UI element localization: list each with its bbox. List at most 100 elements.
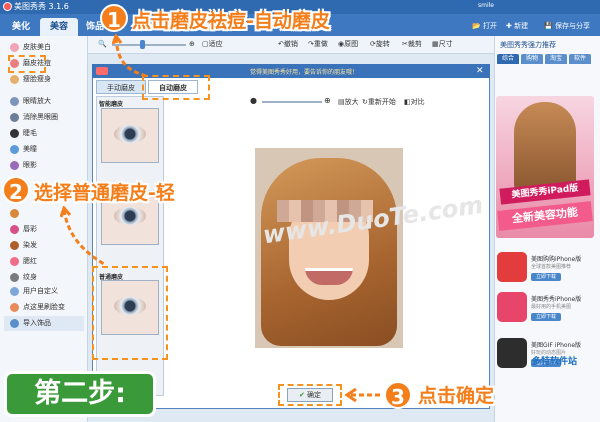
sidebar-item-icon xyxy=(10,74,19,84)
tab-all[interactable]: 综合 xyxy=(497,54,519,64)
sidebar-item-3[interactable]: 瘦脸瘦身 xyxy=(4,72,84,87)
promo-line2: 全新美容功能 xyxy=(497,201,593,231)
app-logo-icon xyxy=(497,292,527,322)
ipad-promo-banner[interactable]: 美图秀秀iPad版 全新美容功能 xyxy=(496,96,594,238)
sidebar-item-label: 美瞳 xyxy=(23,145,37,153)
sidebar-item-label: 消除黑眼圈 xyxy=(23,113,58,121)
sidebar-item-icon xyxy=(10,240,19,250)
callout-3-arrow xyxy=(344,388,380,402)
sidebar-item-icon xyxy=(10,272,19,282)
dialog-zoom-in-icon[interactable]: ⊕ xyxy=(324,96,331,105)
app-recommendation[interactable]: 美图购购iPhone版 全球首款美图推荐 立即下载 xyxy=(497,252,597,292)
sidebar-item-face-swap[interactable]: 点这里刷脸变 xyxy=(4,300,84,315)
app-recommendation[interactable]: 美图秀秀iPhone版 最好用的手机美图 立即下载 xyxy=(497,292,597,332)
compare-button[interactable]: ◧对比 xyxy=(404,97,425,107)
tab-beauty[interactable]: 美容 xyxy=(40,18,78,36)
sidebar-item-label: 唇彩 xyxy=(23,225,37,233)
app-desc: 全球首款美图推荐 xyxy=(531,264,572,270)
tab-shopping[interactable]: 购物 xyxy=(521,54,543,64)
sidebar-item-icon xyxy=(10,208,19,218)
highlight-box-ok xyxy=(278,384,342,406)
rotate-button[interactable]: ⟳旋转 xyxy=(370,39,390,49)
sidebar-item-icon xyxy=(10,112,19,122)
sidebar-item-6[interactable]: 睫毛 xyxy=(4,126,84,141)
sidebar-item-7[interactable]: 美瞳 xyxy=(4,142,84,157)
crop-button[interactable]: ✂裁剪 xyxy=(402,39,422,49)
sidebar-item-1[interactable]: 皮肤美白 xyxy=(4,40,84,55)
app-logo-icon xyxy=(497,338,527,368)
sidebar-item-label: 眼睛放大 xyxy=(23,97,51,105)
tab-software[interactable]: 软件 xyxy=(569,54,591,64)
callout-3-badge: 3 xyxy=(384,381,412,409)
sidebar-item-15[interactable]: 纹身 xyxy=(4,270,84,285)
callout-1-arrow xyxy=(112,34,147,78)
app-logo-icon xyxy=(3,2,12,11)
sidebar-item-icon xyxy=(10,144,19,154)
app-title: 美图秀秀 3.1.6 xyxy=(14,2,69,11)
callout-1-text: 点击磨皮祛痘-自动磨皮 xyxy=(132,10,330,32)
callout-2-arrow xyxy=(60,206,105,266)
face-icon xyxy=(10,302,19,312)
sidebar-item-icon xyxy=(10,128,19,138)
sidebar-item-label: 睫毛 xyxy=(23,129,37,137)
save-share-button[interactable]: 💾 保存与分享 xyxy=(540,19,594,33)
size-button[interactable]: ▦尺寸 xyxy=(432,39,453,49)
original-button[interactable]: ◉原图 xyxy=(338,39,358,49)
app-name: 美图秀秀iPhone版 xyxy=(531,296,582,303)
undo-button[interactable]: ↶撤销 xyxy=(278,39,298,49)
import-accessory-button[interactable]: 导入饰品 xyxy=(4,316,84,331)
sidebar-item-label: 眼影 xyxy=(23,161,37,169)
zoom-button[interactable]: ▤放大 xyxy=(338,97,359,107)
app-name: 美图GIF iPhone版 xyxy=(531,342,582,349)
dialog-zoom-slider[interactable] xyxy=(262,101,322,103)
sidebar-item-icon xyxy=(10,224,19,234)
portrait-photo xyxy=(255,148,403,348)
sidebar-item-icon xyxy=(10,256,19,266)
open-button[interactable]: 📂 打开 xyxy=(468,19,501,33)
import-icon xyxy=(10,318,19,328)
download-button[interactable]: 立即下载 xyxy=(531,313,561,321)
restart-button[interactable]: ↻重新开始 xyxy=(362,97,396,107)
sidebar-item-4[interactable]: 眼睛放大 xyxy=(4,94,84,109)
app-name: 美图购购iPhone版 xyxy=(531,256,582,263)
sidebar-item-icon xyxy=(10,160,19,170)
sidebar-item-icon xyxy=(10,96,19,106)
highlight-box-sidebar xyxy=(8,55,46,73)
new-button[interactable]: ✚ 新建 xyxy=(502,19,532,33)
app-desc: 最好用的手机美图 xyxy=(531,304,572,310)
corner-logo: 多特软件站 xyxy=(532,357,578,367)
callout-1-badge: 1 xyxy=(100,4,128,32)
redo-button[interactable]: ↷重做 xyxy=(308,39,328,49)
download-button[interactable]: 立即下载 xyxy=(531,273,561,281)
smart-smoothing-title: 智能磨皮 xyxy=(99,101,124,108)
tab-beautify[interactable]: 美化 xyxy=(4,18,38,36)
promo-image xyxy=(514,102,576,194)
dialog-zoom-out-icon[interactable]: ● xyxy=(250,96,257,105)
dialog-notice[interactable]: 觉得美图秀秀好用，要告诉你的朋友哦！ xyxy=(250,67,358,76)
tab-taobao[interactable]: 淘宝 xyxy=(545,54,567,64)
fit-button[interactable]: ▢适应 xyxy=(202,39,223,49)
sidebar-item-user-custom[interactable]: 用户自定义 xyxy=(4,284,84,299)
sidebar-item-icon xyxy=(10,42,19,52)
dialog-logo-icon xyxy=(96,67,108,75)
app-logo-icon xyxy=(497,252,527,282)
sidebar-item-5[interactable]: 消除黑眼圈 xyxy=(4,110,84,125)
sidebar-item-label: 瘦脸瘦身 xyxy=(23,75,51,83)
callout-2-text: 选择普通磨皮-轻 xyxy=(34,182,175,204)
sidebar-item-label: 皮肤美白 xyxy=(23,43,51,51)
zoom-out-icon[interactable]: 🔍 xyxy=(98,39,107,49)
user-icon xyxy=(10,286,19,296)
callout-3-text: 点击确定 xyxy=(418,385,495,407)
highlight-box-auto-tab xyxy=(142,75,210,100)
user-name[interactable]: smile xyxy=(478,2,494,9)
close-icon[interactable]: ✕ xyxy=(476,66,484,76)
sidebar-item-8[interactable]: 眼影 xyxy=(4,158,84,173)
sidebar-item-label: 染发 xyxy=(23,241,37,249)
highlight-box-normal xyxy=(92,266,168,360)
smart-smoothing-thumb[interactable] xyxy=(101,108,159,163)
sidebar-item-label: 纹身 xyxy=(23,273,37,281)
zoom-in-icon[interactable]: ⊕ xyxy=(189,39,195,49)
callout-2-badge: 2 xyxy=(2,176,30,204)
recommend-title: 美图秀秀强力推荐 xyxy=(500,41,556,49)
sidebar-item-label: 腮红 xyxy=(23,257,37,265)
